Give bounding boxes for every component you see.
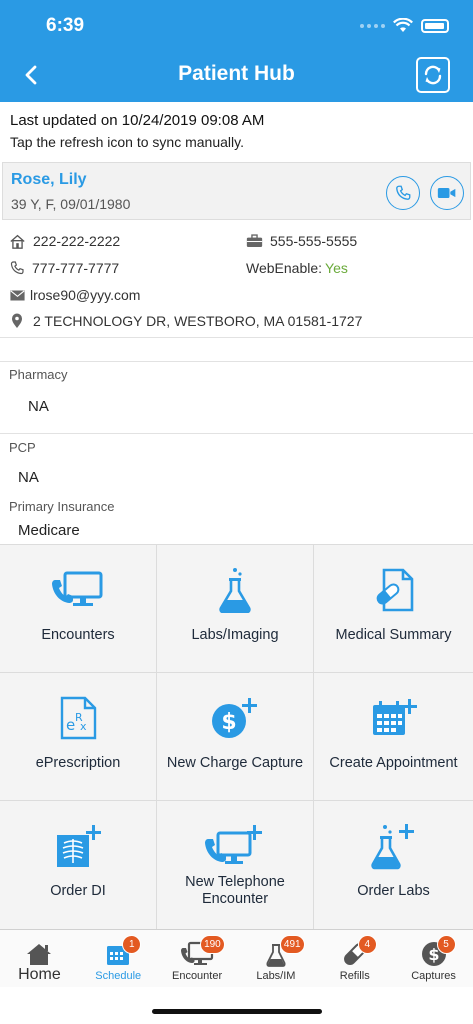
new-telephone-encounter-tile[interactable]: New Telephone Encounter <box>157 801 314 930</box>
video-camera-icon <box>437 188 456 198</box>
tab-home[interactable]: Home <box>0 930 79 987</box>
location-pin-icon <box>12 313 22 328</box>
section-divider <box>0 338 473 362</box>
order-di-tile[interactable]: Order DI <box>0 801 157 930</box>
captures-badge: 5 <box>436 935 456 954</box>
svg-text:e: e <box>66 716 75 734</box>
refresh-icon <box>424 65 442 85</box>
patient-name[interactable]: Rose, Lily <box>11 171 87 189</box>
medical-summary-icon <box>376 568 413 612</box>
status-icons <box>360 18 449 33</box>
encounter-badge: 190 <box>200 935 225 954</box>
video-call-button[interactable] <box>430 176 464 210</box>
medical-summary-tile[interactable]: Medical Summary <box>314 545 473 673</box>
primary-insurance-value[interactable]: Medicare <box>18 522 80 539</box>
status-time: 6:39 <box>46 15 85 36</box>
tab-labs-im[interactable]: 491 Labs/IM <box>236 930 315 987</box>
eprescription-label: ePrescription <box>35 755 121 771</box>
web-enable-row: WebEnable: Yes <box>246 260 348 276</box>
order-di-label: Order DI <box>50 883 106 899</box>
order-labs-label: Order Labs <box>357 883 430 899</box>
tab-home-label: Home <box>18 966 61 983</box>
medical-summary-label: Medical Summary <box>335 627 452 643</box>
primary-insurance-label: Primary Insurance <box>9 499 115 514</box>
address-row[interactable]: 2 TECHNOLOGY DR, WESTBORO, MA 01581-1727 <box>11 313 362 329</box>
home-indicator <box>152 1009 322 1014</box>
pharmacy-value[interactable]: NA <box>28 398 49 415</box>
new-telephone-encounter-label: New Telephone Encounter <box>185 874 285 907</box>
eprescription-icon: e R x <box>60 696 97 740</box>
refills-badge: 4 <box>357 935 377 954</box>
tab-encounter-label: Encounter <box>171 970 223 982</box>
create-appointment-label: Create Appointment <box>329 755 458 771</box>
svg-text:x: x <box>80 720 87 733</box>
address: 2 TECHNOLOGY DR, WESTBORO, MA 01581-1727 <box>33 313 363 329</box>
pharmacy-label: Pharmacy <box>9 367 68 382</box>
tab-refills-label: Refills <box>339 970 370 982</box>
encounters-tile[interactable]: Encounters <box>0 545 157 673</box>
web-enable-label: WebEnable: <box>246 260 323 276</box>
tab-schedule[interactable]: 1 Schedule <box>79 930 158 987</box>
eprescription-tile[interactable]: e R x ePrescription <box>0 673 157 801</box>
tab-encounter[interactable]: 190 Encounter <box>158 930 237 987</box>
tab-refills[interactable]: 4 Refills <box>315 930 394 987</box>
order-labs-tile[interactable]: Order Labs <box>314 801 473 930</box>
home-phone-row[interactable]: 222-222-2222 <box>9 233 120 249</box>
tab-captures[interactable]: $ 5 Captures <box>394 930 473 987</box>
header-bar: 6:39 Patient Hub <box>0 0 473 102</box>
order-labs-icon <box>370 824 414 870</box>
labs-im-badge: 491 <box>279 935 305 954</box>
refresh-button[interactable] <box>416 57 450 93</box>
sync-hint-text: Tap the refresh icon to sync manually. <box>10 134 244 150</box>
contact-section: 222-222-2222 555-555-5555 777-777-7777 W… <box>0 224 473 338</box>
mobile-phone-row[interactable]: 777-777-7777 <box>9 260 119 276</box>
battery-icon <box>421 18 449 33</box>
action-grid: Encounters Labs/Imaging Medical Summary … <box>0 544 473 930</box>
create-appointment-icon <box>372 699 417 735</box>
call-button[interactable] <box>386 176 420 210</box>
pcp-value[interactable]: NA <box>18 469 39 486</box>
home-icon <box>27 944 52 965</box>
work-phone-row[interactable]: 555-555-5555 <box>246 233 357 249</box>
briefcase-icon <box>246 234 263 247</box>
encounters-label: Encounters <box>41 627 115 643</box>
order-di-icon <box>57 825 101 867</box>
create-appointment-tile[interactable]: Create Appointment <box>314 673 473 801</box>
mobile-phone: 777-777-7777 <box>32 260 120 276</box>
charge-capture-icon: $ <box>212 698 257 738</box>
sync-banner: Last updated on 10/24/2019 09:08 AM Tap … <box>0 102 473 159</box>
labs-flask-icon <box>219 568 251 613</box>
patient-demographics: 39 Y, F, 09/01/1980 <box>11 196 131 212</box>
envelope-icon <box>10 289 25 300</box>
new-charge-capture-label: New Charge Capture <box>166 755 304 771</box>
labs-imaging-label: Labs/Imaging <box>191 627 279 643</box>
home-icon <box>10 234 25 249</box>
last-updated-text: Last updated on 10/24/2019 09:08 AM <box>10 112 265 129</box>
tab-labs-im-label: Labs/IM <box>256 970 296 982</box>
phone-icon <box>10 261 24 275</box>
page-title: Patient Hub <box>178 62 295 85</box>
encounters-icon <box>52 571 103 606</box>
svg-text:$: $ <box>221 710 236 735</box>
web-enable-value: Yes <box>325 260 348 276</box>
phone-icon <box>396 185 411 200</box>
email-row[interactable]: lrose90@yyy.com <box>10 287 140 303</box>
telephone-encounter-icon <box>205 825 262 864</box>
tab-schedule-label: Schedule <box>95 970 142 982</box>
labs-imaging-tile[interactable]: Labs/Imaging <box>157 545 314 673</box>
tab-captures-label: Captures <box>411 970 456 982</box>
home-phone: 222-222-2222 <box>33 233 121 249</box>
bottom-tab-bar: Home 1 Schedule 190 Encounter 491 Labs/I… <box>0 929 473 987</box>
pcp-label: PCP <box>9 440 36 455</box>
email: lrose90@yyy.com <box>30 287 141 303</box>
schedule-badge: 1 <box>122 935 142 954</box>
work-phone: 555-555-5555 <box>270 233 358 249</box>
new-charge-capture-tile[interactable]: $ New Charge Capture <box>157 673 314 801</box>
patient-card: Rose, Lily 39 Y, F, 09/01/1980 <box>2 162 471 220</box>
divider <box>0 433 473 434</box>
signal-icon <box>360 23 385 28</box>
wifi-icon <box>393 18 413 32</box>
